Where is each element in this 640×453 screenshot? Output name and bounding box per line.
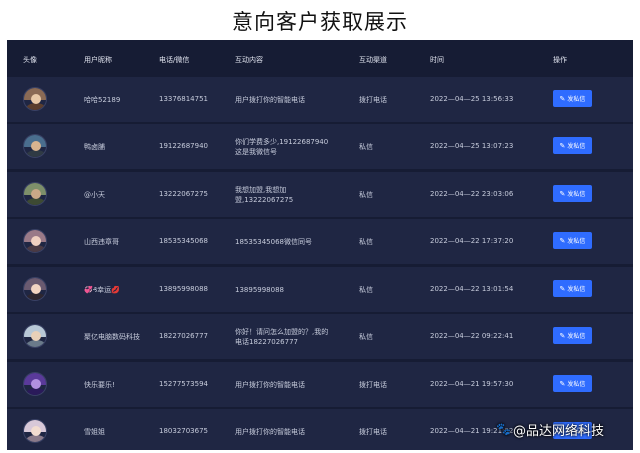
phone: 18227026777 [159,332,208,340]
send-message-label: 发私信 [567,333,586,340]
table-row: @小天 13222067275 我想加盟,我想加盟,13222067275 私信 202… [7,172,633,217]
interaction-content: 你们学费多少,19122687940这是我微信号 [235,138,329,156]
channel: 私信 [359,191,373,199]
interaction-content: 用户拨打你的智能电话 [235,381,305,389]
interaction-content: 你好！请问怎么加盟的？,我的电话18227026777 [235,328,329,346]
header-nickname: 用户昵称 [84,56,112,64]
table-row: 鸭卤脯 19122687940 你们学费多少,19122687940这是我微信号 私信… [7,124,633,169]
avatar [23,134,47,158]
nickname: 山西违章哥 [84,238,119,246]
channel: 拨打电话 [359,96,387,104]
header-action: 操作 [553,56,567,64]
paw-icon: 🐾 [496,422,511,436]
interaction-content: 13895998088 [235,286,284,294]
phone: 18032703675 [159,427,208,435]
send-message-label: 发私信 [567,143,586,150]
phone: 15277573594 [159,380,208,388]
phone: 18535345068 [159,237,208,245]
avatar [23,87,47,111]
customer-table: 头像 用户昵称 电话/微信 互动内容 互动渠道 时间 操作 哈哈52189 133… [7,40,633,450]
header-content: 互动内容 [235,56,263,64]
time: 2022—04—25 13:07:23 [430,142,514,150]
nickname: @小天 [84,191,105,199]
nickname: 鸭卤脯 [84,143,105,151]
channel: 私信 [359,286,373,294]
send-message-button[interactable]: ✎ 发私信 [553,232,592,249]
nickname: 💞₰幸运💋 [84,286,120,294]
interaction-content: 18535345068微信同号 [235,238,312,246]
edit-icon: ✎ [559,94,566,103]
send-message-button[interactable]: ✎ 发私信 [553,327,592,344]
edit-icon: ✎ [559,379,566,388]
send-message-button[interactable]: ✎ 发私信 [553,375,592,392]
table-row: 💞₰幸运💋 13895998088 13895998088 私信 2022—04—22 … [7,267,633,312]
send-message-label: 发私信 [567,96,586,103]
header-phone: 电话/微信 [159,56,190,64]
watermark-text: @品达网络科技 [512,423,604,439]
interaction-content: 用户拨打你的智能电话 [235,428,305,436]
channel: 私信 [359,238,373,246]
nickname: 聚亿电脑数码科技 [84,333,140,341]
send-message-button[interactable]: ✎ 发私信 [553,90,592,107]
watermark: 🐾 @品达网络科技 [496,418,636,440]
nickname: 哈哈52189 [84,96,121,104]
channel: 拨打电话 [359,381,387,389]
send-message-button[interactable]: ✎ 发私信 [553,137,592,154]
table-header: 头像 用户昵称 电话/微信 互动内容 互动渠道 时间 操作 [7,40,633,76]
phone: 13222067275 [159,190,208,198]
channel: 私信 [359,143,373,151]
send-message-button[interactable]: ✎ 发私信 [553,185,592,202]
table-row: 聚亿电脑数码科技 18227026777 你好！请问怎么加盟的？,我的电话18227… [7,314,633,359]
edit-icon: ✎ [559,189,566,198]
header-avatar: 头像 [23,56,37,64]
time: 2022—04—22 09:22:41 [430,332,514,340]
phone: 13895998088 [159,285,208,293]
header-time: 时间 [430,56,444,64]
phone: 13376814751 [159,95,208,103]
table-row: 快乐要乐! 15277573594 用户拨打你的智能电话 拨打电话 2022—04—21… [7,362,633,407]
edit-icon: ✎ [559,331,566,340]
avatar [23,182,47,206]
time: 2022—04—22 17:37:20 [430,237,514,245]
send-message-label: 发私信 [567,238,586,245]
avatar [23,277,47,301]
time: 2022—04—22 23:03:06 [430,190,514,198]
avatar [23,419,47,443]
edit-icon: ✎ [559,284,566,293]
interaction-content: 我想加盟,我想加盟,13222067275 [235,186,294,204]
interaction-content: 用户拨打你的智能电话 [235,96,305,104]
channel: 私信 [359,333,373,341]
header-channel: 互动渠道 [359,56,387,64]
avatar [23,372,47,396]
nickname: 雪姐姐 [84,428,105,436]
nickname: 快乐要乐! [84,381,115,389]
page-title: 意向客户获取展示 [232,10,408,34]
time: 2022—04—25 13:56:33 [430,95,514,103]
channel: 拨打电话 [359,428,387,436]
phone: 19122687940 [159,142,208,150]
send-message-label: 发私信 [567,191,586,198]
table-row: 山西违章哥 18535345068 18535345068微信同号 私信 2022—04… [7,219,633,264]
time: 2022—04—22 13:01:54 [430,285,514,293]
avatar [23,229,47,253]
edit-icon: ✎ [559,141,566,150]
send-message-button[interactable]: ✎ 发私信 [553,280,592,297]
send-message-label: 发私信 [567,381,586,388]
time: 2022—04—21 19:57:30 [430,380,514,388]
table-row: 哈哈52189 13376814751 用户拨打你的智能电话 拨打电话 2022—04—… [7,77,633,122]
edit-icon: ✎ [559,236,566,245]
avatar [23,324,47,348]
send-message-label: 发私信 [567,286,586,293]
